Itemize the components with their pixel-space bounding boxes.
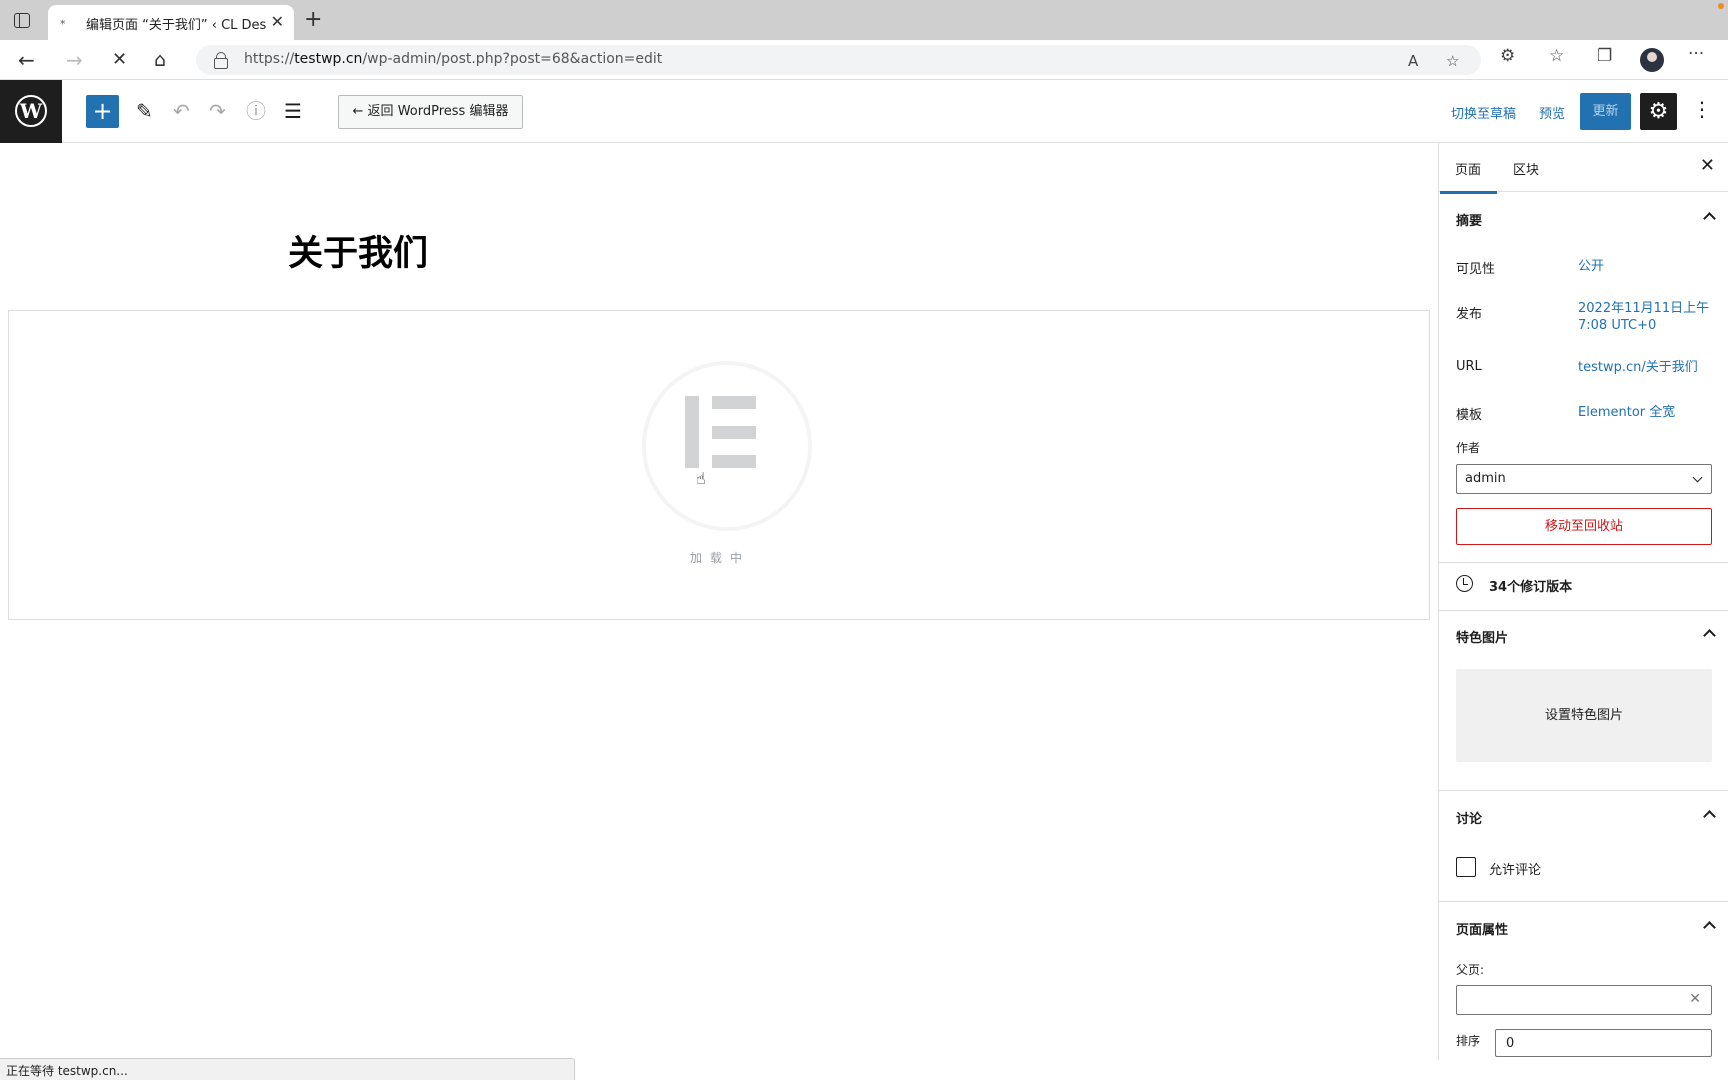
url-field[interactable]: https://testwp.cn/wp-admin/post.php?post… [196, 45, 1481, 75]
tab-block[interactable]: 区块 [1513, 159, 1539, 178]
browser-tab-bar: ⁎ 编辑页面 “关于我们” ‹ CL Desi ✕ + [0, 0, 1728, 40]
undo-icon[interactable]: ↶ [173, 99, 190, 123]
add-block-button[interactable]: + [86, 95, 119, 128]
divider [1439, 901, 1728, 902]
url-value[interactable]: testwp.cn/关于我们 [1578, 359, 1698, 376]
sidebar-tabs: 页面 区块 ✕ [1439, 143, 1728, 194]
allow-comments-label[interactable]: 允许评论 [1489, 859, 1541, 878]
list-view-icon[interactable]: ☰ [284, 99, 302, 123]
switch-to-draft-button[interactable]: 切换至草稿 [1451, 103, 1516, 122]
favorites-icon[interactable]: ☆ [1549, 46, 1564, 66]
author-label: 作者 [1456, 441, 1481, 455]
chevron-up-icon[interactable] [1703, 629, 1716, 642]
order-label: 排序 [1456, 1034, 1481, 1048]
visibility-value[interactable]: 公开 [1578, 258, 1604, 275]
parent-page-label: 父页: [1456, 963, 1485, 977]
extensions-icon[interactable]: ⚙ [1500, 46, 1515, 66]
read-aloud-icon[interactable]: A [1408, 52, 1418, 70]
add-favorite-icon[interactable]: ☆ [1446, 52, 1459, 70]
url-label: URL [1456, 359, 1482, 374]
tab-title: 编辑页面 “关于我们” ‹ CL Desi [86, 18, 266, 33]
loading-text: 加载中 [689, 551, 750, 565]
notification-dot [1718, 3, 1724, 9]
collections-icon[interactable]: ❐ [1597, 46, 1612, 66]
back-to-wp-editor-button[interactable]: ← 返回 WordPress 编辑器 [338, 95, 523, 129]
chevron-up-icon[interactable] [1703, 921, 1716, 934]
discussion-panel-title[interactable]: 讨论 [1456, 808, 1482, 827]
divider [1439, 610, 1728, 611]
author-select[interactable]: admin [1456, 464, 1712, 494]
order-input[interactable]: 0 [1495, 1029, 1712, 1057]
edit-pencil-icon[interactable]: ✎ [136, 99, 153, 123]
clear-icon[interactable]: ✕ [1689, 991, 1701, 1007]
chevron-up-icon[interactable] [1703, 212, 1716, 225]
publish-date-value[interactable]: 2022年11月11日上午 7:08 UTC+0 [1578, 300, 1709, 334]
loading-spinner [642, 361, 812, 531]
divider [1439, 790, 1728, 791]
browser-status-bar: 正在等待 testwp.cn... [0, 1058, 575, 1080]
more-options-icon[interactable]: ⋮ [1692, 97, 1712, 121]
chevron-up-icon[interactable] [1703, 810, 1716, 823]
publish-label: 发布 [1456, 307, 1483, 322]
back-arrow-icon[interactable]: ← [18, 48, 35, 72]
editor-header: W + ✎ ↶ ↷ ⓘ ☰ ← 返回 WordPress 编辑器 切换至草稿 预… [0, 80, 1728, 143]
wordpress-logo-icon[interactable]: W [0, 80, 62, 143]
summary-panel-title[interactable]: 摘要 [1456, 210, 1482, 229]
stop-loading-icon[interactable]: ✕ [112, 48, 127, 72]
forward-arrow-icon[interactable]: → [66, 48, 83, 72]
visibility-label: 可见性 [1456, 262, 1496, 277]
redo-icon[interactable]: ↷ [209, 99, 226, 123]
move-to-trash-button[interactable]: 移动至回收站 [1456, 508, 1712, 545]
tab-page[interactable]: 页面 [1439, 159, 1498, 194]
page-title[interactable]: 关于我们 [288, 225, 428, 276]
tab-actions-icon[interactable] [14, 13, 30, 28]
close-sidebar-icon[interactable]: ✕ [1700, 155, 1715, 176]
tab-favicon-icon: ⁎ [60, 14, 66, 27]
details-info-icon[interactable]: ⓘ [246, 99, 266, 123]
page-attributes-panel-title[interactable]: 页面属性 [1456, 919, 1508, 938]
hand-cursor-icon: ☝ [696, 469, 706, 488]
preview-button[interactable]: 预览 [1539, 103, 1565, 122]
browser-address-bar: ← → ✕ ⌂ https://testwp.cn/wp-admin/post.… [0, 40, 1728, 80]
parent-page-combobox[interactable]: ✕ [1456, 985, 1712, 1015]
revisions-history-icon [1456, 575, 1473, 592]
update-button[interactable]: 更新 [1580, 93, 1631, 130]
url-text: https://testwp.cn/wp-admin/post.php?post… [244, 51, 663, 67]
template-value[interactable]: Elementor 全宽 [1578, 404, 1675, 421]
profile-avatar[interactable] [1640, 48, 1664, 72]
new-tab-icon[interactable]: + [304, 9, 322, 31]
divider [1439, 562, 1728, 563]
revisions-link[interactable]: 34个修订版本 [1489, 576, 1572, 595]
browser-tab[interactable]: ⁎ 编辑页面 “关于我们” ‹ CL Desi ✕ [48, 5, 294, 40]
status-text: 正在等待 testwp.cn... [6, 1064, 128, 1078]
editor-canvas: 关于我们 加载中 ☝ [0, 143, 1438, 1060]
tab-close-icon[interactable]: ✕ [271, 12, 284, 31]
template-label: 模板 [1456, 408, 1483, 423]
featured-image-panel-title[interactable]: 特色图片 [1456, 627, 1508, 646]
set-featured-image-button[interactable]: 设置特色图片 [1456, 669, 1712, 762]
home-icon[interactable]: ⌂ [154, 48, 166, 72]
settings-gear-icon[interactable]: ⚙ [1640, 93, 1677, 130]
lock-icon[interactable] [214, 52, 228, 69]
browser-menu-icon[interactable]: ··· [1688, 44, 1704, 64]
settings-sidebar: 页面 区块 ✕ 摘要 可见性 公开 发布 2022年11月11日上午 7:08 … [1438, 143, 1728, 1060]
chevron-down-icon [1692, 472, 1703, 483]
elementor-loading-block[interactable]: 加载中 [8, 310, 1430, 620]
allow-comments-checkbox[interactable] [1456, 857, 1476, 877]
